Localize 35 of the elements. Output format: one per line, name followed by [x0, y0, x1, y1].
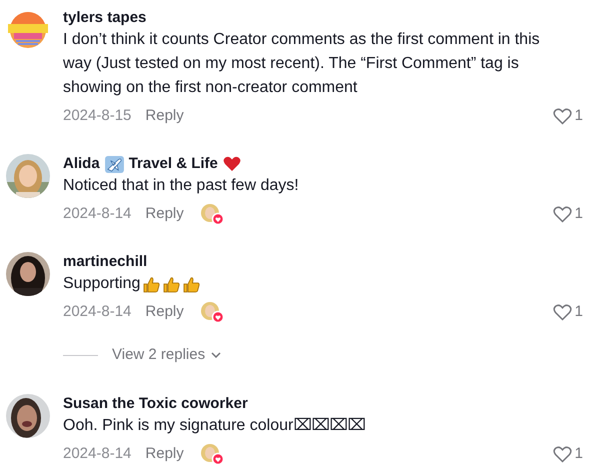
- heart-outline-icon: [552, 206, 572, 222]
- reply-button[interactable]: Reply: [145, 104, 184, 128]
- like-button[interactable]: 1: [552, 104, 583, 128]
- view-replies-button[interactable]: View 2 replies: [112, 343, 222, 367]
- like-button[interactable]: 1: [552, 300, 583, 324]
- creator-liked-icon: [200, 443, 224, 465]
- comment-text: Noticed that in the past few days!: [63, 176, 300, 196]
- comment-text: Ooh. Pink is my signature colour⌧⌧⌧⌧: [63, 416, 366, 436]
- like-button[interactable]: 1: [552, 202, 583, 226]
- creator-liked-icon: [200, 203, 224, 225]
- comment-text: Supporting: [63, 274, 140, 294]
- comment-date: 2024-8-14: [63, 444, 132, 464]
- username: Travel & Life: [128, 154, 218, 174]
- airplane-icon: [104, 156, 124, 172]
- like-button[interactable]: 1: [552, 442, 583, 466]
- reply-button[interactable]: Reply: [145, 202, 184, 226]
- heart-outline-icon: [552, 446, 572, 462]
- chevron-down-icon: [211, 352, 222, 358]
- thumbs-up-icon: [183, 276, 200, 292]
- heart-outline-icon: [552, 304, 572, 320]
- heart-icon: [222, 156, 241, 172]
- username: tylers tapes: [63, 8, 146, 28]
- reply-button[interactable]: Reply: [145, 300, 184, 324]
- comment-date: 2024-8-15: [63, 106, 132, 126]
- comment-text: I don’t think it counts Creator comments as the first comment in this way (Just tested on my most recent). The “First Comment” tag is showing on the first non-creator comment: [63, 30, 541, 98]
- reply-button[interactable]: Reply: [145, 442, 184, 466]
- username: Susan the Toxic coworker: [63, 394, 248, 414]
- comment-date: 2024-8-14: [63, 204, 132, 224]
- username: martinechill: [63, 252, 148, 272]
- thumbs-up-icon: [143, 276, 160, 292]
- thumbs-up-icon: [163, 276, 180, 292]
- username: Alida: [63, 154, 100, 174]
- creator-liked-icon: [200, 301, 224, 323]
- heart-outline-icon: [552, 108, 572, 124]
- comment-date: 2024-8-14: [63, 302, 132, 322]
